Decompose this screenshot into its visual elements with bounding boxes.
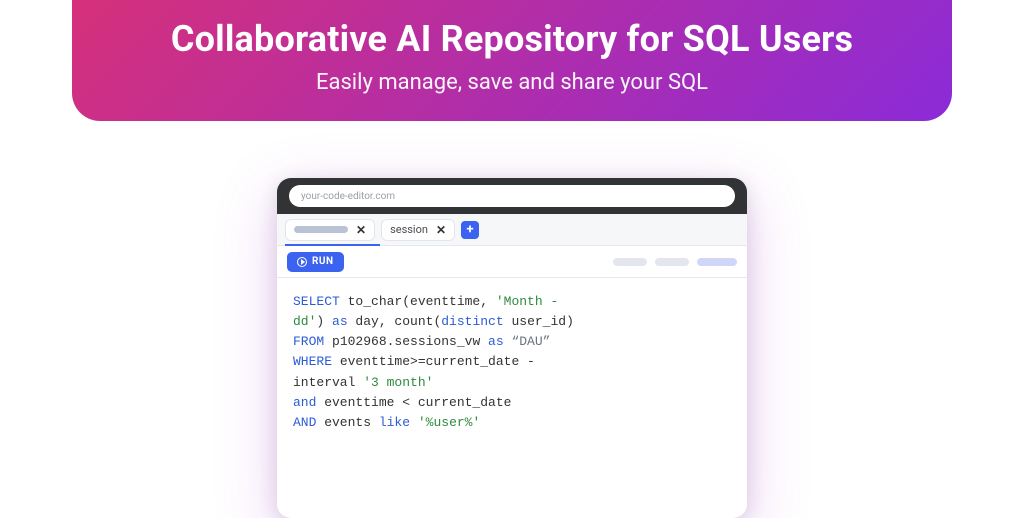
hero-title: Collaborative AI Repository for SQL User… (102, 18, 922, 60)
close-icon[interactable]: ✕ (356, 223, 366, 237)
editor-tab-1[interactable]: ✕ (285, 219, 375, 241)
hero-banner: Collaborative AI Repository for SQL User… (72, 0, 952, 121)
hero-subtitle: Easily manage, save and share your SQL (102, 70, 922, 95)
address-bar[interactable]: your-code-editor.com (289, 185, 735, 207)
editor-tab-2[interactable]: session ✕ (381, 219, 455, 241)
toolbar-placeholder (613, 258, 647, 266)
editor-toolbar: RUN (277, 246, 747, 278)
play-icon (297, 257, 307, 267)
run-label: RUN (312, 256, 334, 267)
sql-code-area[interactable]: SELECT to_char(eventtime, 'Month - dd') … (277, 278, 747, 447)
toolbar-placeholder (655, 258, 689, 266)
tab-placeholder-icon (294, 226, 348, 233)
active-tab-indicator (285, 244, 380, 246)
toolbar-placeholder (697, 258, 737, 266)
tab-label: session (390, 223, 428, 236)
run-button[interactable]: RUN (287, 252, 344, 272)
add-tab-button[interactable]: + (461, 221, 479, 239)
tab-bar: ✕ session ✕ + (277, 214, 747, 246)
address-bar-text: your-code-editor.com (301, 191, 395, 202)
browser-titlebar: your-code-editor.com (277, 178, 747, 214)
code-editor-window: your-code-editor.com ✕ session ✕ + RUN S… (277, 178, 747, 518)
close-icon[interactable]: ✕ (436, 223, 446, 237)
